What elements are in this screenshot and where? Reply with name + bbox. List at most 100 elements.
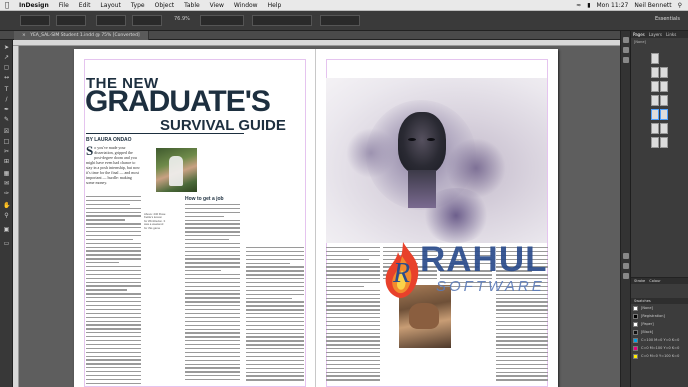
rectangle-tool-icon[interactable]: □ — [3, 138, 10, 145]
tab-colour[interactable]: Colour — [649, 279, 660, 283]
portrait-head — [398, 112, 446, 174]
tab-swatches[interactable]: Swatches — [634, 299, 651, 303]
tab-links[interactable]: Links — [666, 31, 676, 38]
menu-help[interactable]: Help — [263, 0, 287, 11]
menu-layout[interactable]: Layout — [95, 0, 125, 11]
opacity-field[interactable] — [320, 15, 360, 26]
swatches-panel: Stroke Colour Swatches [None] [Registrat… — [631, 277, 688, 387]
y-field[interactable] — [56, 15, 86, 26]
menu-type[interactable]: Type — [126, 0, 150, 11]
line-tool-icon[interactable]: ∕ — [3, 96, 10, 103]
tennis-player-photo[interactable] — [156, 148, 197, 192]
page-tool-icon[interactable]: ▢ — [3, 64, 10, 71]
menu-file[interactable]: File — [54, 0, 74, 11]
gradient-tool-icon[interactable]: ▦ — [3, 170, 10, 177]
page-spread-thumb[interactable] — [651, 137, 668, 150]
style-field[interactable] — [252, 15, 312, 26]
x-field[interactable] — [20, 15, 50, 26]
page-spread-thumb[interactable] — [651, 81, 668, 94]
close-icon[interactable]: × — [22, 33, 26, 38]
swatches-panel-icon[interactable] — [623, 273, 629, 279]
article-byline[interactable]: BY LAURA ONDAO — [86, 137, 132, 143]
body-column-3[interactable] — [246, 247, 304, 387]
layers-panel-icon[interactable] — [623, 47, 629, 53]
lead-text: o you've made your dissertation, gripped… — [86, 145, 140, 185]
page-spread-thumb[interactable] — [651, 95, 668, 108]
page-spread-thumb[interactable] — [651, 67, 668, 80]
watermark-sub: SOFTWARE — [436, 278, 545, 295]
menu-window[interactable]: Window — [229, 0, 263, 11]
swatch-item[interactable]: C=0 M=0 Y=100 K=0 — [633, 353, 687, 360]
menu-bar:  InDesign File Edit Layout Type Object … — [0, 0, 688, 11]
swatch-item[interactable]: [Registration] — [633, 313, 687, 320]
direct-selection-tool-icon[interactable]: ↗ — [3, 54, 10, 61]
document-tab[interactable]: × YEA_SAL-SIM Student 1.indd @ 75% [Conv… — [14, 31, 149, 40]
user-name[interactable]: Neil Bennett — [634, 0, 671, 11]
wifi-icon[interactable]: ≈ — [576, 0, 581, 11]
tools-panel: ➤ ↗ ▢ ↔ T ∕ ✒ ✎ ☒ □ ✂ ⊞ ▦ ✉ ✑ ✋ ⚲ ▣ ▭ — [0, 40, 13, 387]
body-column-4[interactable] — [326, 247, 380, 387]
color-panel-icon[interactable] — [623, 263, 629, 269]
stroke-panel-icon[interactable] — [623, 253, 629, 259]
links-panel-icon[interactable] — [623, 57, 629, 63]
pencil-tool-icon[interactable]: ✎ — [3, 116, 10, 123]
swatch-item[interactable]: [None] — [633, 305, 687, 312]
type-tool-icon[interactable]: T — [3, 86, 10, 93]
hand-tool-icon[interactable]: ✋ — [3, 202, 10, 209]
zoom-tool-icon[interactable]: ⚲ — [3, 212, 10, 219]
zoom-level[interactable]: 76.9% — [174, 16, 190, 22]
menu-table[interactable]: Table — [179, 0, 205, 11]
spread-spine — [315, 49, 316, 387]
gap-tool-icon[interactable]: ↔ — [3, 74, 10, 81]
width-field[interactable] — [96, 15, 126, 26]
menu-app-name[interactable]: InDesign — [14, 0, 54, 11]
swatch-item[interactable]: [Black] — [633, 329, 687, 336]
drop-cap: S — [86, 145, 94, 158]
document-tab-label: YEA_SAL-SIM Student 1.indd @ 75% [Conver… — [30, 33, 140, 38]
selection-tool-icon[interactable]: ➤ — [3, 44, 10, 51]
menu-edit[interactable]: Edit — [74, 0, 96, 11]
menu-view[interactable]: View — [205, 0, 229, 11]
pages-panel-icon[interactable] — [623, 37, 629, 43]
tab-layers[interactable]: Layers — [649, 31, 662, 38]
master-none-label[interactable]: [None] — [631, 38, 688, 46]
spotlight-icon[interactable]: ⚲ — [678, 0, 682, 11]
scissors-tool-icon[interactable]: ✂ — [3, 148, 10, 155]
pages-panel-tabs: Pages Layers Links — [631, 31, 688, 38]
battery-icon[interactable]: ▮ — [587, 0, 590, 11]
page-spread-thumb[interactable] — [651, 109, 668, 122]
stroke-weight-field[interactable] — [200, 15, 244, 26]
swatch-item[interactable]: C=0 M=100 Y=0 K=0 — [633, 345, 687, 352]
article-subhead[interactable]: SURVIVAL GUIDE — [160, 117, 286, 134]
note-tool-icon[interactable]: ✉ — [3, 180, 10, 187]
tab-pages[interactable]: Pages — [633, 31, 645, 38]
page-spread-thumb[interactable] — [651, 123, 668, 136]
swatch-item[interactable]: [Paper] — [633, 321, 687, 328]
hero-portrait-image[interactable] — [326, 78, 547, 243]
lead-text-frame[interactable]: S o you've made your dissertation, gripp… — [86, 145, 141, 193]
control-panel: 76.9% Essentials — [0, 11, 688, 31]
rectangle-frame-tool-icon[interactable]: ☒ — [3, 128, 10, 135]
fill-stroke-icon[interactable]: ▣ — [3, 226, 10, 233]
portrait-neck — [408, 170, 436, 208]
page-spread-thumb[interactable] — [651, 53, 659, 66]
workspace-switcher[interactable]: Essentials — [655, 16, 680, 22]
free-transform-tool-icon[interactable]: ⊞ — [3, 158, 10, 165]
menu-object[interactable]: Object — [150, 0, 180, 11]
section-heading[interactable]: How to get a job — [185, 196, 224, 202]
body-column-2[interactable] — [185, 204, 240, 387]
tennis-photo-caption[interactable]: Above: 240 Rose Kettle’s lesson for Wimb… — [144, 212, 166, 230]
document-spread[interactable]: THE NEW GRADUATE'S SURVIVAL GUIDE BY LAU… — [74, 49, 558, 387]
clock[interactable]: Mon 11:27 — [597, 0, 629, 11]
screen-mode-icon[interactable]: ▭ — [3, 240, 10, 247]
height-field[interactable] — [132, 15, 162, 26]
tab-stroke[interactable]: Stroke — [634, 279, 645, 283]
eyedropper-tool-icon[interactable]: ✑ — [3, 190, 10, 197]
watermark: R RAHUL SOFTWARE — [380, 240, 594, 300]
pen-tool-icon[interactable]: ✒ — [3, 106, 10, 113]
panel-dock-icons — [620, 31, 630, 387]
swatch-item[interactable]: C=100 M=0 Y=0 K=0 — [633, 337, 687, 344]
apple-icon[interactable]:  — [0, 1, 14, 9]
article-headline[interactable]: GRADUATE'S — [85, 87, 271, 117]
body-column-1[interactable] — [86, 196, 141, 387]
